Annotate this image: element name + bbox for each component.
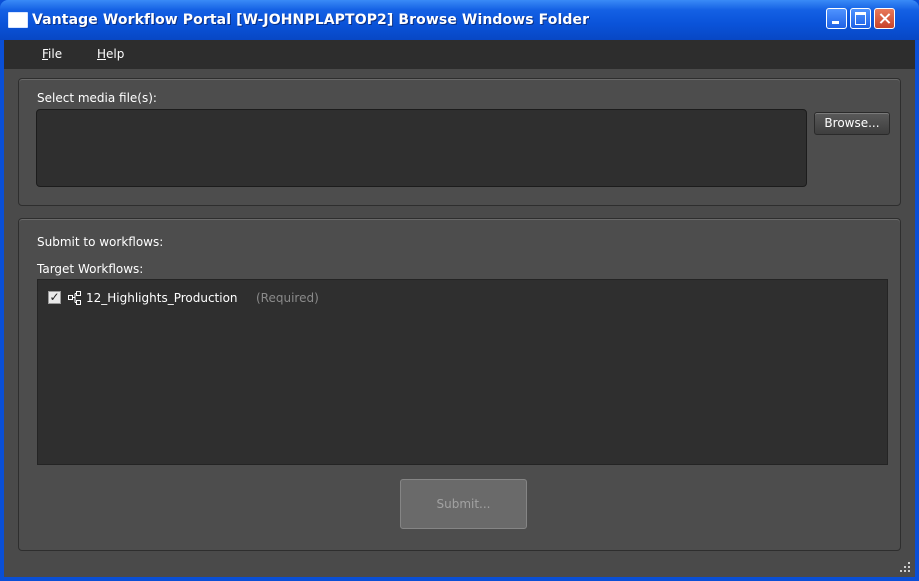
media-file-list[interactable] (36, 109, 807, 187)
workflow-name: 12_Highlights_Production (86, 291, 238, 305)
media-label: Select media file(s): (37, 91, 157, 105)
submit-button[interactable]: Submit... (400, 479, 527, 529)
menu-file[interactable]: File (42, 40, 62, 69)
close-icon[interactable] (874, 8, 895, 29)
resize-grip-icon[interactable] (899, 561, 911, 573)
workflow-required-note: (Required) (256, 291, 319, 305)
maximize-icon[interactable] (850, 8, 871, 29)
menu-help-label: elp (106, 47, 125, 61)
target-workflows-label: Target Workflows: (37, 262, 144, 276)
menu-help[interactable]: Help (97, 40, 124, 69)
minimize-icon[interactable] (826, 8, 847, 29)
media-panel: Select media file(s): Browse... (18, 78, 901, 206)
workflow-list[interactable]: ✓ 12_Highlights_Production (Required) (37, 279, 888, 465)
menu-file-label: ile (48, 47, 63, 61)
app-icon (8, 12, 28, 28)
workflow-icon (68, 291, 81, 305)
menu-bar: File Help (4, 40, 915, 69)
submit-to-workflows-label: Submit to workflows: (37, 235, 164, 249)
workflows-panel: Submit to workflows: Target Workflows: ✓… (18, 218, 901, 551)
window-client-area: File Help Select media file(s): Browse..… (4, 40, 915, 577)
title-bar[interactable]: Vantage Workflow Portal [W-JOHNPLAPTOP2]… (0, 0, 919, 40)
browse-button[interactable]: Browse... (814, 112, 890, 135)
app-window: Vantage Workflow Portal [W-JOHNPLAPTOP2]… (0, 0, 919, 581)
workflow-checkbox[interactable]: ✓ (48, 291, 61, 304)
window-title: Vantage Workflow Portal [W-JOHNPLAPTOP2]… (32, 12, 590, 28)
menu-help-hotkey: H (97, 47, 107, 61)
